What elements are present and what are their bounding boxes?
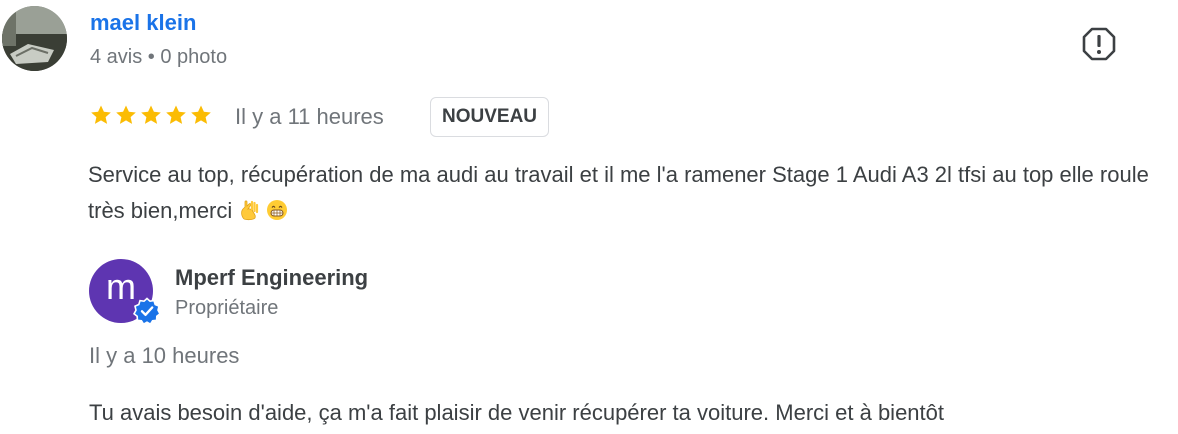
author-meta: 4 avis • 0 photo: [90, 46, 228, 68]
reply-text: Tu avais besoin d'aide, ça m'a fait plai…: [89, 400, 945, 425]
owner-role: Propriétaire: [175, 297, 279, 319]
verified-badge-icon: [133, 297, 161, 325]
reply-time: Il y a 10 heures: [89, 343, 240, 368]
star-icon: [166, 105, 186, 124]
ok-hand-emoji: [241, 200, 259, 221]
report-review-button[interactable]: [1081, 26, 1117, 62]
avatar-photo: [2, 6, 67, 71]
owner-name: Mperf Engineering: [175, 265, 369, 290]
review-text: Service au top, récupération de ma audi …: [88, 157, 1158, 229]
grinning-face-emoji: [267, 200, 288, 220]
new-badge: NOUVEAU: [430, 97, 550, 137]
star-icon: [141, 105, 161, 124]
star-icon: [91, 105, 111, 124]
star-rating: [89, 103, 213, 127]
author-avatar[interactable]: [2, 6, 67, 71]
author-name[interactable]: mael klein: [90, 10, 196, 36]
review-time: Il y a 11 heures: [235, 104, 384, 129]
report-icon: [1082, 27, 1116, 61]
star-icon: [116, 105, 136, 124]
star-icon: [191, 105, 211, 124]
